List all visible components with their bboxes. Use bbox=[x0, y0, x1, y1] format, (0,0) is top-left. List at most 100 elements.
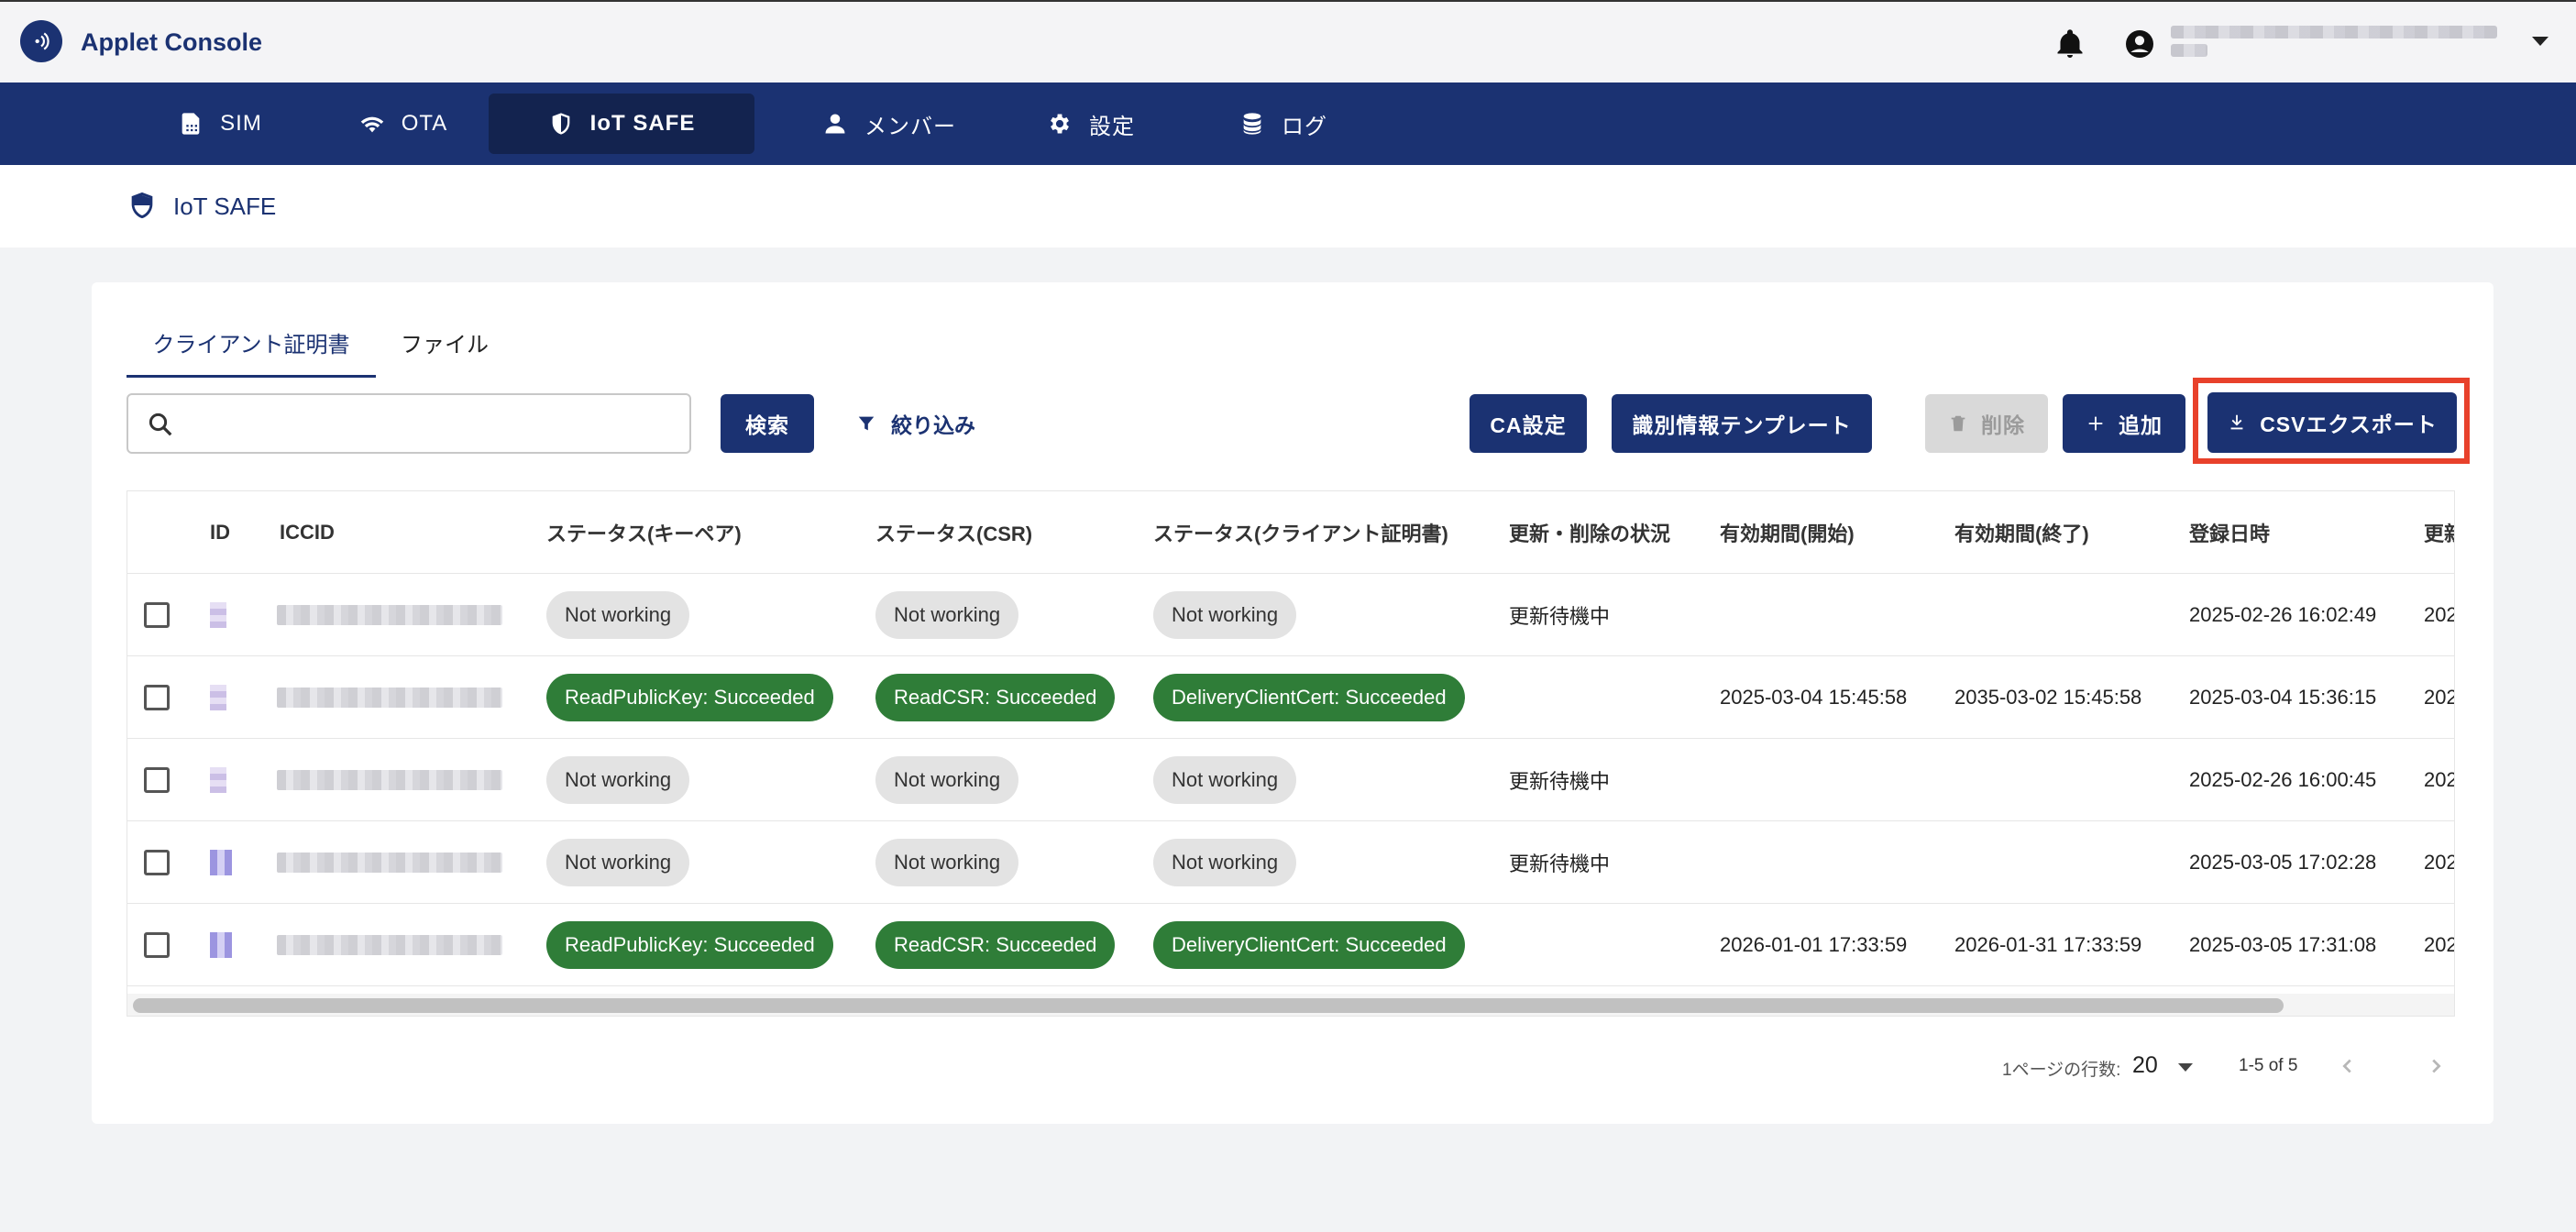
keypair-status-chip: Not working bbox=[546, 839, 690, 886]
nav-member-label: メンバー bbox=[864, 114, 956, 139]
csr-status-chip: Not working bbox=[875, 756, 1019, 804]
iccid-redacted bbox=[277, 688, 502, 708]
update-state-cell: 更新待機中 bbox=[1509, 770, 1611, 793]
valid-from-cell: 2025-03-04 15:45:58 bbox=[1720, 686, 1908, 709]
delete-button[interactable]: 削除 bbox=[1925, 394, 2048, 453]
main-nav: SIM OTA IoT SAFE メンバー 設定 ログ bbox=[0, 82, 2576, 165]
tab-client-certificate[interactable]: クライアント証明書 bbox=[127, 326, 376, 378]
chevron-right-icon bbox=[2432, 1059, 2441, 1073]
column-header-updated-at[interactable]: 更新 bbox=[2424, 491, 2454, 574]
iccid-redacted bbox=[277, 605, 502, 625]
chevron-left-icon bbox=[2342, 1059, 2351, 1073]
id-redacted bbox=[210, 602, 226, 628]
table-row[interactable]: ReadPublicKey: Succeeded ReadCSR: Succee… bbox=[127, 904, 2454, 986]
registered-at-cell: 2025-02-26 16:02:49 bbox=[2189, 603, 2377, 626]
column-header-cert-status[interactable]: ステータス(クライアント証明書) bbox=[1153, 491, 1448, 574]
column-header-valid-from[interactable]: 有効期間(開始) bbox=[1720, 491, 1855, 574]
row-checkbox[interactable] bbox=[144, 932, 170, 958]
csr-status-chip: Not working bbox=[875, 591, 1019, 639]
user-name-redacted[interactable] bbox=[2171, 20, 2501, 66]
nav-log[interactable]: ログ bbox=[1201, 94, 1366, 154]
app-bar: Applet Console bbox=[0, 0, 2576, 82]
horizontal-scrollbar[interactable] bbox=[127, 994, 2454, 1016]
rows-per-page-select[interactable]: 20 bbox=[2132, 1052, 2158, 1079]
nav-settings-label: 設定 bbox=[1089, 114, 1135, 139]
column-header-update-state[interactable]: 更新・削除の状況 bbox=[1509, 491, 1670, 574]
shield-icon bbox=[131, 192, 153, 219]
keypair-status-chip: ReadPublicKey: Succeeded bbox=[546, 674, 833, 721]
search-button[interactable]: 検索 bbox=[721, 394, 814, 453]
search-field[interactable] bbox=[127, 393, 691, 454]
column-header-csr-status[interactable]: ステータス(CSR) bbox=[875, 491, 1032, 574]
nav-log-label: ログ bbox=[1282, 114, 1327, 139]
page-header bbox=[0, 165, 2576, 248]
nav-iot-safe-label: IoT SAFE bbox=[589, 111, 696, 136]
previous-page-button[interactable] bbox=[2332, 1050, 2363, 1082]
registered-at-cell: 2025-03-05 17:02:28 bbox=[2189, 851, 2377, 874]
app-title: Applet Console bbox=[81, 28, 263, 56]
ca-settings-label: CA設定 bbox=[1490, 413, 1567, 437]
identity-template-button[interactable]: 識別情報テンプレート bbox=[1612, 394, 1872, 453]
table-row[interactable]: ReadPublicKey: Succeeded ReadCSR: Succee… bbox=[127, 656, 2454, 739]
row-checkbox[interactable] bbox=[144, 850, 170, 875]
column-header-keypair-status[interactable]: ステータス(キーペア) bbox=[546, 491, 742, 574]
column-header-id[interactable]: ID bbox=[210, 491, 230, 574]
nav-ota-label: OTA bbox=[401, 111, 448, 136]
cert-status-chip: DeliveryClientCert: Succeeded bbox=[1153, 674, 1465, 721]
update-state-cell: 更新待機中 bbox=[1509, 605, 1611, 628]
row-checkbox[interactable] bbox=[144, 602, 170, 628]
database-icon bbox=[1243, 113, 1261, 135]
table-row[interactable]: Not working Not working Not working 更新待機… bbox=[127, 739, 2455, 821]
app-logo-icon bbox=[20, 20, 62, 62]
csv-export-highlight bbox=[2193, 378, 2470, 464]
keypair-status-chip: ReadPublicKey: Succeeded bbox=[546, 921, 833, 969]
table-row[interactable]: Not working Not working Not working 更新待機… bbox=[127, 821, 2454, 904]
filter-button-label: 絞り込み bbox=[891, 413, 975, 437]
row-checkbox[interactable] bbox=[144, 767, 170, 793]
next-page-button[interactable] bbox=[2420, 1050, 2451, 1082]
rows-per-page-label: 1ページの行数: bbox=[2002, 1061, 2121, 1080]
registered-at-cell: 2025-03-05 17:31:08 bbox=[2189, 933, 2377, 956]
valid-to-cell: 2035-03-02 15:45:58 bbox=[1954, 686, 2142, 709]
column-header-valid-to[interactable]: 有効期間(終了) bbox=[1954, 491, 2089, 574]
table-row[interactable]: Not working Not working Not working 更新待機… bbox=[127, 574, 2454, 656]
wifi-icon bbox=[360, 116, 383, 133]
id-redacted bbox=[210, 850, 232, 875]
table-header: ID ICCID ステータス(キーペア) ステータス(CSR) ステータス(クラ… bbox=[127, 491, 2454, 574]
column-header-registered-at[interactable]: 登録日時 bbox=[2189, 491, 2270, 574]
id-redacted bbox=[210, 685, 226, 710]
nav-ota[interactable]: OTA bbox=[312, 94, 495, 154]
column-header-iccid[interactable]: ICCID bbox=[280, 491, 335, 574]
pagination-range: 1-5 of 5 bbox=[2239, 1056, 2298, 1075]
add-button-label: 追加 bbox=[2119, 413, 2163, 437]
tab-file[interactable]: ファイル bbox=[385, 326, 504, 378]
keypair-status-chip: Not working bbox=[546, 756, 690, 804]
cert-status-chip: Not working bbox=[1153, 591, 1297, 639]
filter-button[interactable]: 絞り込み bbox=[856, 394, 975, 453]
nav-settings[interactable]: 設定 bbox=[1008, 94, 1173, 154]
registered-at-cell: 2025-03-04 15:36:15 bbox=[2189, 686, 2377, 709]
add-button[interactable]: 追加 bbox=[2063, 394, 2185, 453]
notification-bell-icon[interactable] bbox=[2053, 28, 2086, 60]
scrollbar-thumb[interactable] bbox=[133, 998, 2284, 1013]
page-title: IoT SAFE bbox=[173, 192, 277, 220]
nav-sim[interactable]: SIM bbox=[128, 94, 312, 154]
account-menu-caret-icon[interactable] bbox=[2532, 37, 2548, 46]
account-circle-icon[interactable] bbox=[2123, 28, 2156, 60]
nav-member[interactable]: メンバー bbox=[788, 94, 990, 154]
trash-icon bbox=[1951, 415, 1965, 432]
nav-iot-safe[interactable]: IoT SAFE bbox=[489, 94, 754, 154]
rows-per-page-caret-icon[interactable] bbox=[2178, 1063, 2193, 1072]
csr-status-chip: ReadCSR: Succeeded bbox=[875, 921, 1116, 969]
iccid-redacted bbox=[277, 770, 502, 790]
updated-at-cell: 202 bbox=[2424, 768, 2455, 791]
update-state-cell: 更新待機中 bbox=[1509, 852, 1611, 875]
search-input[interactable] bbox=[189, 402, 675, 445]
identity-template-label: 識別情報テンプレート bbox=[1632, 413, 1852, 437]
person-icon bbox=[825, 114, 845, 134]
valid-to-cell: 2026-01-31 17:33:59 bbox=[1954, 933, 2142, 956]
row-checkbox[interactable] bbox=[144, 685, 170, 710]
search-icon bbox=[149, 412, 172, 436]
ca-settings-button[interactable]: CA設定 bbox=[1470, 394, 1587, 453]
filter-icon bbox=[858, 416, 875, 431]
